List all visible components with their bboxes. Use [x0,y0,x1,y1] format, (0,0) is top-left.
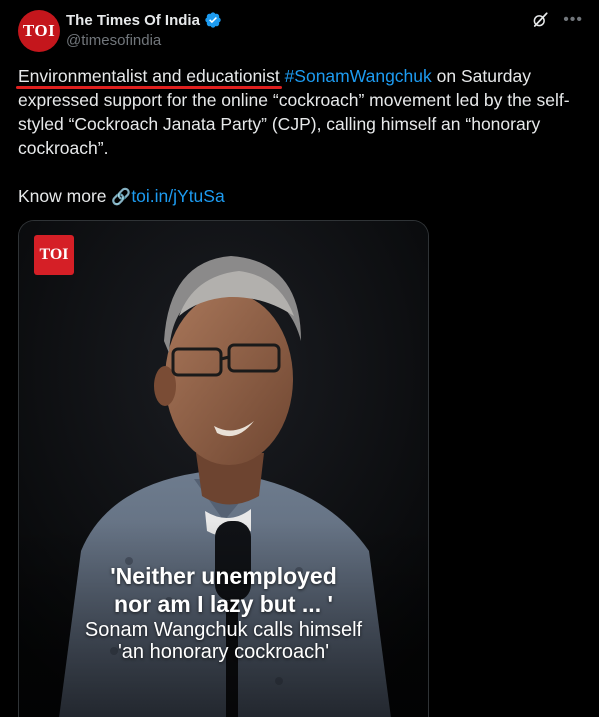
author-name-row[interactable]: The Times Of India [66,11,222,29]
article-link[interactable]: toi.in/jYtuSa [131,186,224,206]
grok-icon[interactable] [531,11,549,29]
tweet-actions-top: ••• [531,11,583,29]
toi-badge-text: TOI [39,246,69,263]
verified-badge-icon [205,12,221,28]
highlighted-text: Environmentalist and educationist [16,66,282,89]
media-caption-line1: 'Neither unemployed [110,563,337,589]
know-more-label: Know more [18,186,107,206]
media-caption-line4: 'an honorary cockroach' [117,641,330,663]
more-icon[interactable]: ••• [563,12,583,28]
media-caption-line2: nor am I lazy but ... ' [114,591,333,617]
tweet-text: Environmentalist and educationist #Sonam… [16,64,583,160]
toi-logo-badge: TOI [34,235,74,275]
know-more-line: Know more 🔗toi.in/jYtuSa [18,184,225,210]
avatar[interactable]: TOI [18,10,60,52]
display-name[interactable]: The Times Of India [66,12,200,29]
link-emoji-icon: 🔗 [111,189,132,206]
handle[interactable]: @timesofindia [66,32,161,49]
hashtag-link[interactable]: #SonamWangchuk [285,66,432,86]
tweet[interactable]: TOI The Times Of India @timesofindia •••… [0,0,599,717]
avatar-logo-text: TOI [22,21,56,40]
media-image[interactable]: TOI 'Neither unemployed nor am I lazy bu… [18,220,429,717]
media-caption-line3: Sonam Wangchuk calls himself [84,619,363,641]
red-underline-annotation [16,86,282,89]
